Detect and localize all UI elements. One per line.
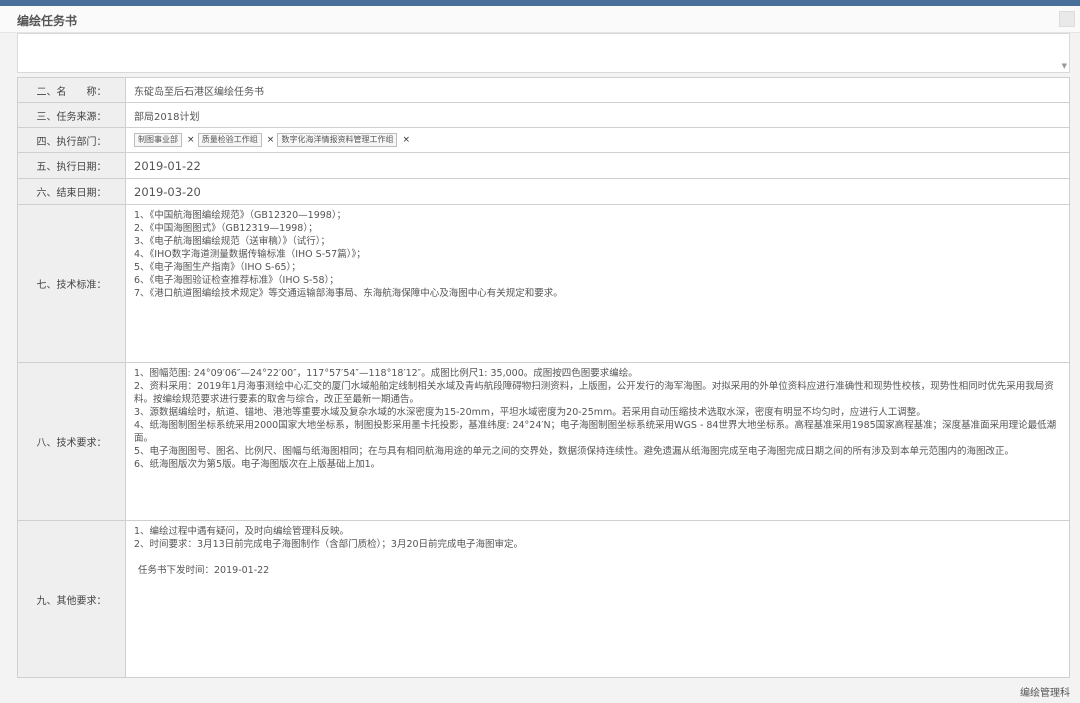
department-tag[interactable]: 数字化海洋情报资料管理工作组 (277, 133, 398, 147)
list-item: 1、《中国航海图编绘规范》（GB12320—1998）； (134, 210, 347, 221)
list-item: 7、《港口航道图编绘技术规定》等交通运输部海事局、东海航海保障中心及海图中心有关… (134, 288, 563, 299)
issue-time-value: 2019-01-22 (214, 565, 270, 576)
row-name: 二、名 称： 东碇岛至后石港区编绘任务书 (17, 77, 1070, 103)
start-date-value[interactable]: 2019-01-22 (125, 152, 1070, 179)
end-date-label: 六、结束日期： (17, 178, 126, 205)
other-requirement-value[interactable]: 1、编绘过程中遇有疑问，及时向编绘管理科反映。 2、时间要求：3月13日前完成电… (125, 520, 1070, 678)
page-title: 编绘任务书 (17, 14, 78, 28)
list-item: 5、电子海图图号、图名、比例尺、图幅与纸海图相同；在与具有相同航海用途的单元之间… (134, 446, 1015, 457)
start-date-label: 五、执行日期： (17, 152, 126, 179)
issuer-signature: 编绘管理科 (1020, 688, 1070, 699)
scroll-down-icon[interactable]: ▼ (1062, 62, 1067, 70)
list-item: 1、图幅范围: 24°09′06″—24°22′00″，117°57′54″—1… (134, 368, 638, 379)
tech-requirement-value[interactable]: 1、图幅范围: 24°09′06″—24°22′00″，117°57′54″—1… (125, 362, 1070, 521)
row-departments: 四、执行部门： 制图事业部 × 质量检验工作组 × 数字化海洋情报资料管理工作组 × (17, 127, 1070, 153)
source-value: 部局2018计划 (125, 102, 1070, 128)
list-item: 6、《电子海图验证检查推荐标准》（IHO S-58）； (134, 275, 339, 286)
department-tag[interactable]: 制图事业部 (134, 133, 182, 147)
notes-textarea[interactable]: ▼ (17, 33, 1070, 73)
name-label: 二、名 称： (17, 77, 126, 103)
row-start-date: 五、执行日期： 2019-01-22 (17, 152, 1070, 179)
departments-label: 四、执行部门： (17, 127, 126, 153)
panel-toggle-button[interactable] (1059, 11, 1075, 27)
list-item: 4、《IHO数字海道测量数据传输标准（IHO S-57篇）》； (134, 249, 366, 260)
panel-header: 编绘任务书 (0, 6, 1080, 33)
departments-value[interactable]: 制图事业部 × 质量检验工作组 × 数字化海洋情报资料管理工作组 × (125, 127, 1070, 153)
source-label: 三、任务来源： (17, 102, 126, 128)
list-item: 2、资料采用：2019年1月海事测绘中心汇交的厦门水域船舶定线制相关水域及青屿航… (134, 381, 1054, 405)
list-item: 2、时间要求：3月13日前完成电子海图制作（含部门质检）；3月20日前完成电子海… (134, 539, 524, 550)
list-item: 6、纸海图版次为第5版。电子海图版次在上版基础上加1。 (134, 459, 381, 470)
remove-tag-icon[interactable]: × (187, 135, 195, 145)
row-source: 三、任务来源： 部局2018计划 (17, 102, 1070, 128)
issue-time-line: 任务书下发时间：2019-01-22 (134, 564, 1061, 577)
row-end-date: 六、结束日期： 2019-03-20 (17, 178, 1070, 205)
name-value: 东碇岛至后石港区编绘任务书 (125, 77, 1070, 103)
department-tag[interactable]: 质量检验工作组 (197, 133, 262, 147)
row-tech-requirement: 八、技术要求： 1、图幅范围: 24°09′06″—24°22′00″，117°… (17, 362, 1070, 521)
remove-tag-icon[interactable]: × (267, 135, 275, 145)
list-item: 2、《中国海图图式》（GB12319—1998）； (134, 223, 318, 234)
row-tech-standard: 七、技术标准： 1、《中国航海图编绘规范》（GB12320—1998）； 2、《… (17, 204, 1070, 363)
other-requirement-label: 九、其他要求： (17, 520, 126, 678)
list-item: 4、纸海图制图坐标系统采用2000国家大地坐标系，制图投影采用墨卡托投影，基准纬… (134, 420, 1057, 444)
remove-tag-icon[interactable]: × (402, 135, 410, 145)
list-item: 1、编绘过程中遇有疑问，及时向编绘管理科反映。 (134, 526, 350, 537)
task-form-table: 二、名 称： 东碇岛至后石港区编绘任务书 三、任务来源： 部局2018计划 四、… (17, 77, 1070, 678)
list-item: 3、《电子航海图编绘规范（送审稿）》（试行）； (134, 236, 331, 247)
row-other-requirement: 九、其他要求： 1、编绘过程中遇有疑问，及时向编绘管理科反映。 2、时间要求：3… (17, 520, 1070, 678)
tech-standard-label: 七、技术标准： (17, 204, 126, 363)
list-item: 5、《电子海图生产指南》（IHO S-65）； (134, 262, 301, 273)
issue-time-label: 任务书下发时间： (138, 565, 215, 576)
list-item: 3、源数据编绘时，航道、锚地、港池等重要水域及复杂水域的水深密度为15-20mm… (134, 407, 926, 418)
tech-requirement-label: 八、技术要求： (17, 362, 126, 521)
tech-standard-value[interactable]: 1、《中国航海图编绘规范》（GB12320—1998）； 2、《中国海图图式》（… (125, 204, 1070, 363)
end-date-value[interactable]: 2019-03-20 (125, 178, 1070, 205)
